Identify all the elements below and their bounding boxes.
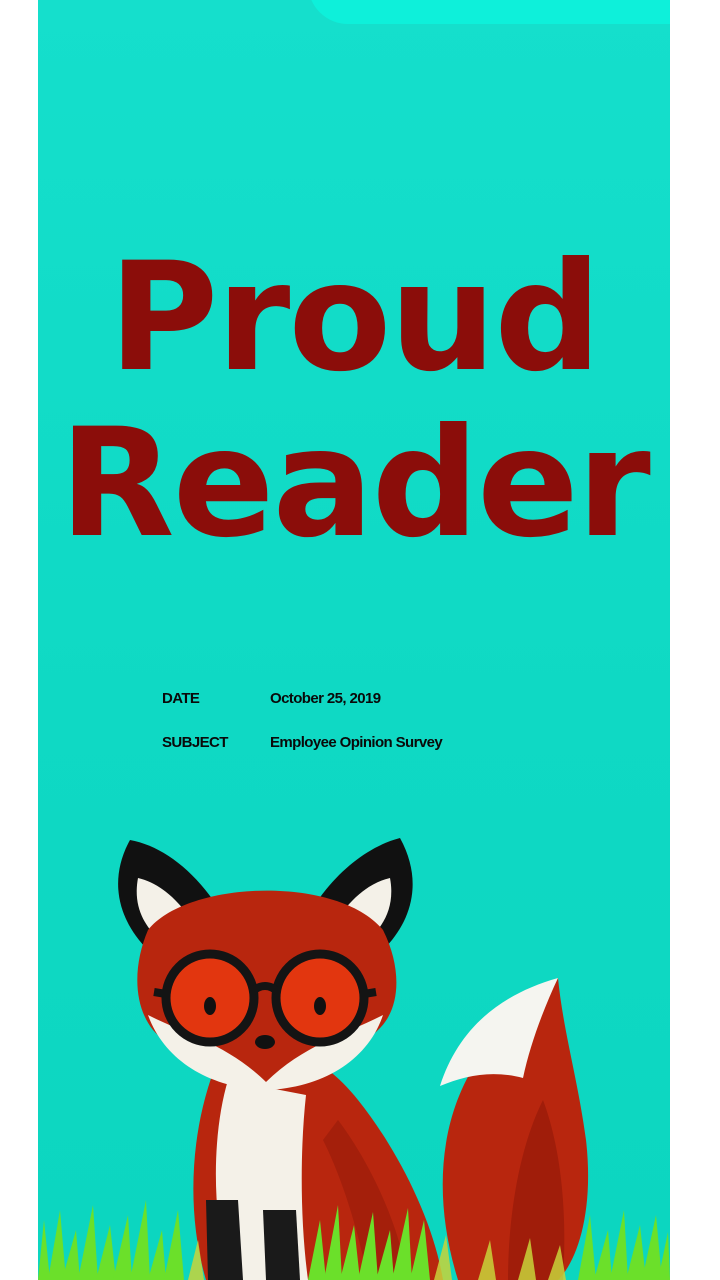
title-line-1: Proud: [108, 231, 601, 405]
fox-leg-left: [206, 1200, 243, 1280]
date-label: DATE: [162, 690, 200, 707]
title-line-2: Reader: [59, 397, 651, 571]
subject-label: SUBJECT: [162, 734, 228, 751]
date-row: DATE October 25, 2019: [162, 690, 562, 734]
fox-eye-right: [314, 997, 326, 1015]
date-value: October 25, 2019: [270, 690, 381, 707]
subject-row: SUBJECT Employee Opinion Survey: [162, 734, 562, 778]
memo-details: DATE October 25, 2019 SUBJECT Employee O…: [162, 690, 562, 778]
fox-nose: [255, 1035, 275, 1049]
fox-eye-left: [204, 997, 216, 1015]
cover-title: Proud Reader: [38, 235, 670, 567]
subject-value: Employee Opinion Survey: [270, 734, 443, 751]
fox-leg-right: [263, 1210, 300, 1280]
fox-with-glasses-icon: [38, 838, 670, 1280]
glasses-arm-left: [153, 988, 167, 998]
cover-top-tab: [308, 0, 670, 24]
document-cover: Proud Reader DATE October 25, 2019 SUBJE…: [38, 0, 670, 1280]
glasses-arm-right: [363, 988, 377, 998]
